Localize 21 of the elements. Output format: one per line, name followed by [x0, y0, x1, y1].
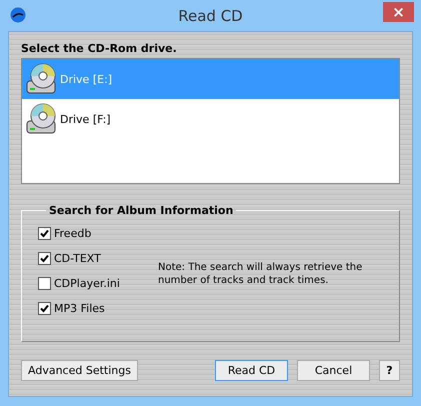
- checkbox[interactable]: [38, 252, 51, 265]
- checkbox-label: CD-TEXT: [54, 252, 101, 265]
- drive-name: Drive [E:]: [60, 72, 112, 86]
- note-text: Note: The search will always retrieve the number of tracks and track times.: [158, 261, 364, 287]
- checkbox[interactable]: [38, 302, 51, 315]
- checkbox-label: MP3 Files: [54, 302, 105, 315]
- app-icon: [10, 7, 26, 23]
- window-title: Read CD: [178, 6, 243, 24]
- drive-name: Drive [F:]: [60, 112, 111, 126]
- group-title: Search for Album Information: [48, 204, 234, 217]
- cancel-button[interactable]: Cancel: [297, 360, 370, 381]
- checkbox-label: Freedb: [54, 227, 92, 240]
- help-button[interactable]: ?: [379, 360, 400, 381]
- checkbox-label: CDPlayer.ini: [54, 277, 120, 290]
- drive-list-label: Select the CD-Rom drive.: [21, 42, 178, 55]
- checkbox[interactable]: [38, 227, 51, 240]
- checkbox[interactable]: [38, 277, 51, 290]
- drive-list-item[interactable]: Drive [F:]: [22, 99, 399, 139]
- close-button[interactable]: ×: [383, 2, 414, 22]
- read-cd-button[interactable]: Read CD: [215, 360, 288, 381]
- advanced-settings-button[interactable]: Advanced Settings: [21, 360, 138, 381]
